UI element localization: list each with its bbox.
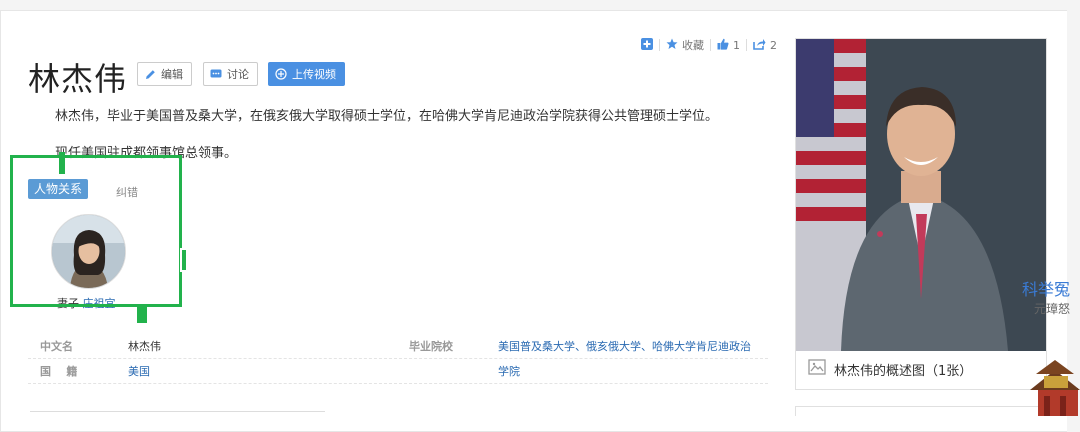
- share-button[interactable]: 2: [747, 38, 783, 53]
- table-row: 中文名 林杰伟 毕业院校 美国普及桑大学、俄亥俄大学、哈佛大学肯尼迪政治: [28, 334, 768, 359]
- plus-circle-icon: [275, 68, 287, 80]
- info-value-link[interactable]: 美国: [128, 363, 150, 379]
- upload-video-label: 上传视频: [292, 68, 336, 81]
- summary-photo-card[interactable]: 林杰伟的概述图（1张）: [795, 38, 1047, 390]
- edit-button[interactable]: 编辑: [137, 62, 192, 86]
- photo-caption-text: 林杰伟的概述图（1张）: [834, 363, 973, 379]
- action-toolbar: 收藏 1 2: [635, 36, 783, 54]
- favorite-button[interactable]: 收藏: [660, 37, 710, 53]
- discuss-button[interactable]: 讨论: [203, 62, 258, 86]
- share-icon: [753, 38, 766, 53]
- page-title: 林杰伟: [28, 60, 128, 98]
- info-key: 国 籍: [40, 365, 78, 378]
- basic-info-table: 中文名 林杰伟 毕业院校 美国普及桑大学、俄亥俄大学、哈佛大学肯尼迪政治 国 籍…: [28, 334, 768, 384]
- side-link[interactable]: 科举冤: [1022, 276, 1070, 300]
- highlight-handle-right: [180, 248, 188, 272]
- side-text: 元璋怒: [1034, 302, 1071, 316]
- comment-icon: [210, 68, 222, 80]
- highlight-handle-bottom: [137, 305, 147, 323]
- discuss-label: 讨论: [227, 68, 249, 81]
- gallery-icon: [808, 359, 826, 379]
- info-key: 中文名: [40, 340, 73, 353]
- highlight-box: [10, 155, 182, 307]
- like-button[interactable]: 1: [711, 38, 746, 53]
- like-count: 1: [733, 38, 740, 52]
- divider: [30, 411, 325, 412]
- summary-paragraph: 林杰伟，毕业于美国普及桑大学，在俄亥俄大学取得硕士学位，在哈佛大学肯尼迪政治学院…: [55, 109, 719, 124]
- table-row: 国 籍 美国 学院: [28, 359, 768, 384]
- info-value-link[interactable]: 美国普及桑大学、俄亥俄大学、哈佛大学肯尼迪政治: [498, 338, 751, 354]
- add-button[interactable]: [635, 37, 659, 53]
- star-icon: [666, 38, 678, 53]
- thumbs-up-icon: [717, 38, 729, 53]
- share-count: 2: [770, 38, 777, 52]
- upload-video-button[interactable]: 上传视频: [268, 62, 345, 86]
- building-image: [1030, 358, 1080, 416]
- summary-photo[interactable]: [796, 39, 1046, 351]
- info-value: 林杰伟: [128, 340, 161, 353]
- pencil-icon: [144, 68, 156, 80]
- sidebar-card: [795, 406, 1047, 416]
- favorite-label: 收藏: [682, 39, 704, 52]
- edit-label: 编辑: [161, 68, 183, 81]
- photo-caption[interactable]: 林杰伟的概述图（1张）: [808, 359, 972, 379]
- highlight-handle-top: [59, 152, 65, 174]
- info-key: 毕业院校: [409, 340, 453, 353]
- info-value-link[interactable]: 学院: [498, 363, 520, 379]
- plus-square-icon: [641, 37, 653, 53]
